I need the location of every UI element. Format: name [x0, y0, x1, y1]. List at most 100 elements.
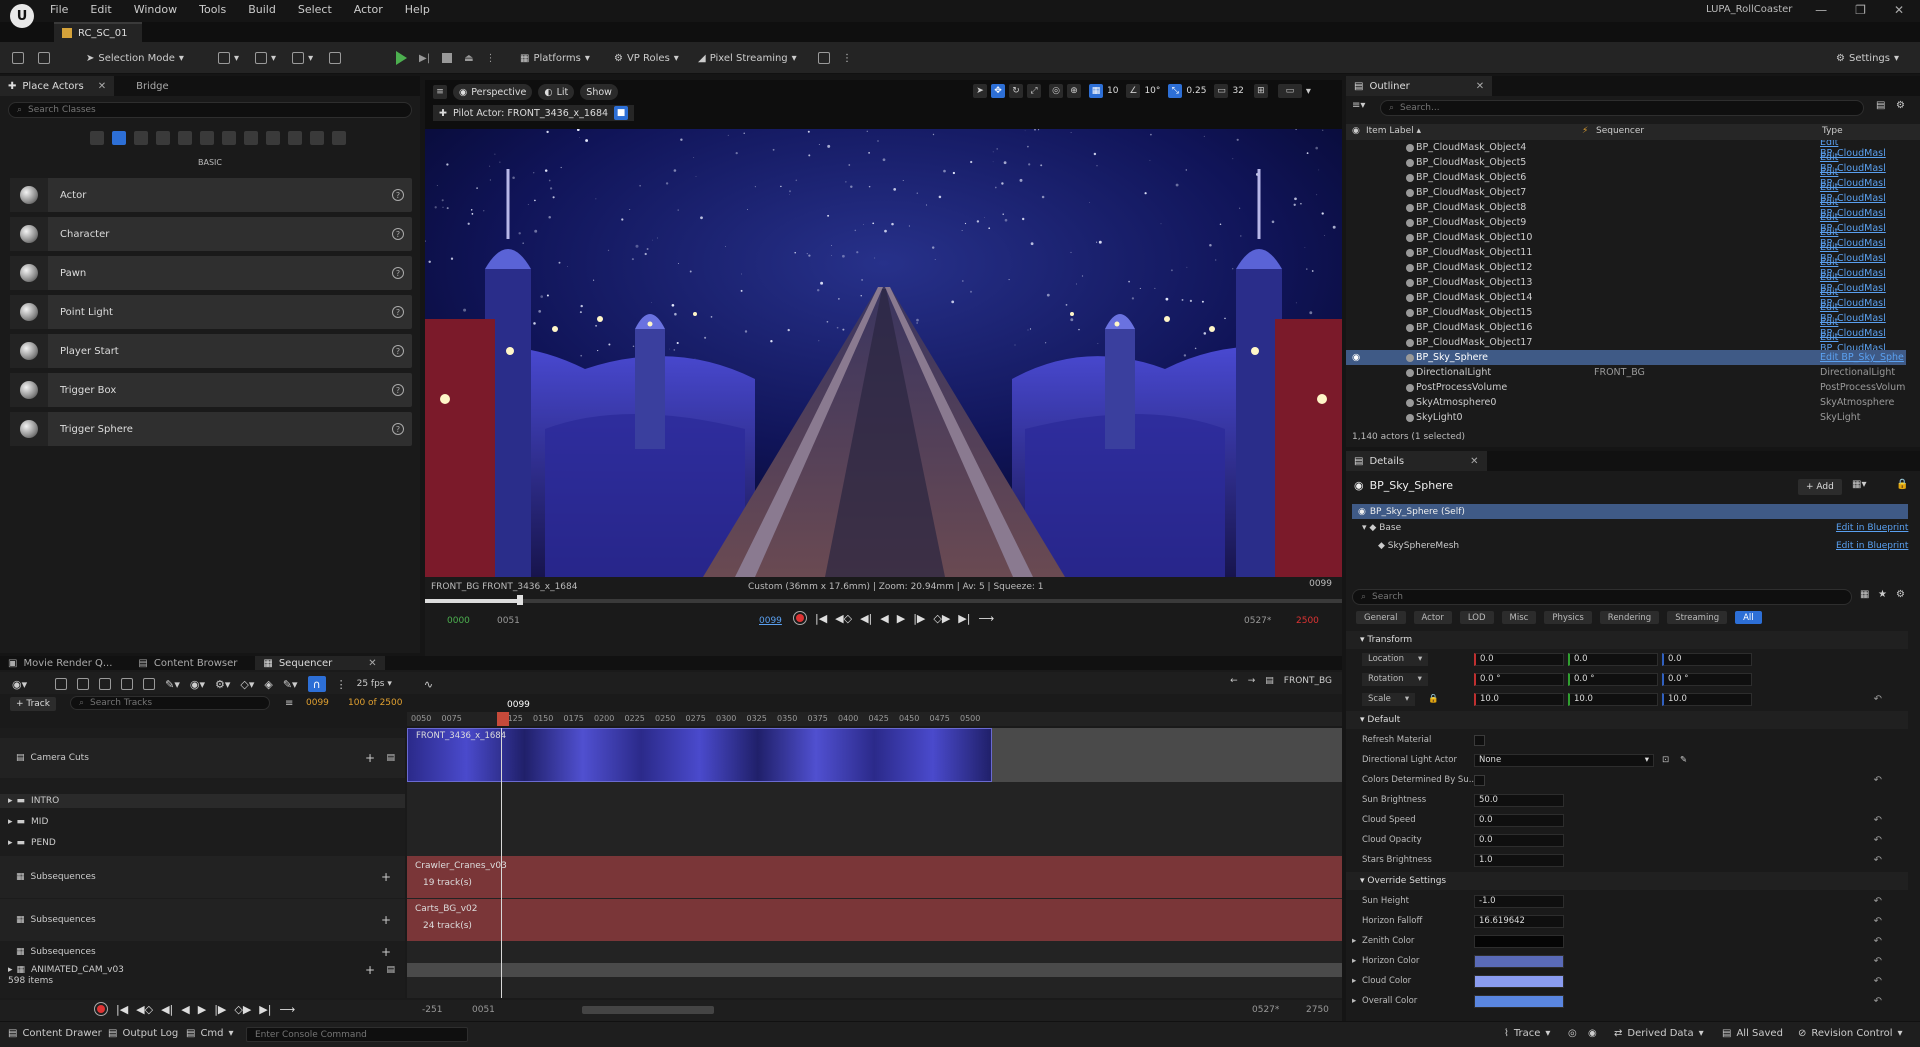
- more-icon[interactable]: ⋮: [336, 678, 347, 691]
- tab-place-actors[interactable]: ✚ Place Actors ✕: [0, 76, 115, 96]
- location-z-field[interactable]: 0.0: [1662, 652, 1752, 666]
- scale-icon[interactable]: ⤢: [1027, 84, 1041, 98]
- directional-light-dropdown[interactable]: None ▾: [1474, 753, 1654, 767]
- horizon-color-swatch[interactable]: [1474, 954, 1564, 968]
- shapes-category-icon[interactable]: [156, 131, 170, 145]
- stars-brightness-field[interactable]: 1.0: [1474, 853, 1564, 867]
- add-icon[interactable]: +: [381, 945, 391, 959]
- actor-item[interactable]: Player Start?: [10, 334, 412, 368]
- lit-button[interactable]: ◐ Lit: [538, 84, 575, 100]
- search-classes-input[interactable]: [28, 105, 411, 115]
- track-subsequences-3[interactable]: ▦ Subsequences +: [0, 944, 405, 960]
- find-icon[interactable]: [77, 678, 90, 690]
- edit-blueprint-link[interactable]: Edit BP_Sky_Sphe: [1820, 352, 1904, 363]
- play-icon[interactable]: [396, 51, 407, 65]
- horizon-falloff-field[interactable]: 16.619642: [1474, 914, 1564, 928]
- timeline-area[interactable]: FRONT_3436_x_1684 Crawler_Cranes_v03 19 …: [407, 728, 1342, 998]
- category-physics[interactable]: Physics: [1544, 611, 1592, 624]
- section-transform[interactable]: ▾ Transform: [1346, 631, 1908, 649]
- actor-item[interactable]: Point Light?: [10, 295, 412, 329]
- next-frame-icon[interactable]: |▶: [913, 612, 925, 625]
- category-streaming[interactable]: Streaming: [1667, 611, 1728, 624]
- fps-dropdown[interactable]: 25 fps ▾: [357, 679, 392, 689]
- expand-icon[interactable]: ▸: [1352, 956, 1356, 966]
- rotation-z-field[interactable]: 0.0 °: [1662, 672, 1752, 686]
- expand-icon[interactable]: ▸: [8, 965, 13, 975]
- prev-key-icon[interactable]: ◀◇: [136, 1003, 153, 1016]
- help-icon[interactable]: ?: [392, 267, 404, 279]
- jump-end-icon[interactable]: ▶|: [958, 612, 970, 625]
- console-input[interactable]: [255, 1029, 467, 1040]
- playhead-marker[interactable]: [497, 712, 509, 726]
- sun-height-field[interactable]: -1.0: [1474, 894, 1564, 908]
- col-sequencer[interactable]: Sequencer: [1596, 126, 1644, 136]
- visibility-icon[interactable]: ◉: [1352, 352, 1360, 363]
- actor-item[interactable]: Trigger Sphere?: [10, 412, 412, 446]
- help-icon[interactable]: ?: [392, 345, 404, 357]
- favorite-icon[interactable]: ★: [1878, 589, 1887, 600]
- hamburger-icon[interactable]: ≡: [433, 85, 447, 99]
- scale-snap-icon[interactable]: ⤡: [1168, 84, 1183, 98]
- edit-in-blueprint-link[interactable]: Edit in Blueprint: [1836, 523, 1908, 533]
- search-tracks-field[interactable]: ⌕: [70, 696, 270, 710]
- key-icon[interactable]: ◇▾: [240, 678, 254, 691]
- minimize-icon[interactable]: —: [1815, 3, 1827, 17]
- menu-tools[interactable]: Tools: [199, 3, 226, 16]
- curve-editor-icon[interactable]: ∿: [424, 678, 433, 691]
- all-saved-button[interactable]: ▤ All Saved: [1722, 1028, 1783, 1039]
- settings-button[interactable]: ⚙ Settings ▾: [1836, 49, 1899, 67]
- reset-icon[interactable]: ↶: [1874, 855, 1882, 866]
- actions-icon[interactable]: [143, 678, 156, 690]
- back-icon[interactable]: ←: [1230, 676, 1238, 686]
- time-ruler[interactable]: 0050007500990125015001750200022502500275…: [407, 712, 1342, 726]
- menu-actor[interactable]: Actor: [354, 3, 383, 16]
- lights-category-icon[interactable]: [134, 131, 148, 145]
- details-search-field[interactable]: ⌕: [1352, 589, 1852, 605]
- help-icon[interactable]: ?: [392, 384, 404, 396]
- folder-pend[interactable]: ▸ ▬ PEND: [0, 836, 405, 850]
- select-icon[interactable]: ➤: [973, 84, 987, 98]
- outliner-row[interactable]: BP_CloudMask_Object17 Edit BP_CloudMasl: [1346, 332, 1906, 354]
- sequence-name[interactable]: FRONT_BG: [1284, 676, 1332, 686]
- reset-icon[interactable]: ↶: [1874, 896, 1882, 907]
- blueprint-options-icon[interactable]: ▦▾: [1852, 479, 1866, 490]
- grid-snap-icon[interactable]: ▦: [1089, 84, 1103, 98]
- menu-window[interactable]: Window: [134, 3, 177, 16]
- menu-build[interactable]: Build: [248, 3, 276, 16]
- tab-details[interactable]: ▤ Details ✕: [1346, 451, 1487, 471]
- scrub-handle[interactable]: [517, 595, 523, 605]
- cinematics-icon[interactable]: [292, 52, 305, 64]
- outliner-filter[interactable]: ≡▾: [1352, 100, 1365, 111]
- extra-category-icon[interactable]: [310, 131, 324, 145]
- build-icon[interactable]: [329, 52, 342, 64]
- overall-color-swatch[interactable]: [1474, 994, 1564, 1008]
- cmd-dropdown[interactable]: ▤ Cmd ▾: [186, 1028, 234, 1039]
- recent-icon[interactable]: [90, 131, 104, 145]
- forward-icon[interactable]: →: [1248, 676, 1256, 686]
- volumes-category-icon[interactable]: [244, 131, 258, 145]
- content-icon[interactable]: [38, 52, 50, 64]
- play-forward-icon[interactable]: ▶: [897, 612, 905, 625]
- chevron-down-icon[interactable]: ▾: [1306, 86, 1311, 97]
- search-classes-field[interactable]: ⌕: [8, 102, 412, 118]
- playback-icon[interactable]: ⚙▾: [215, 678, 230, 691]
- expand-icon[interactable]: ▸: [1352, 976, 1356, 986]
- lock-ratio-icon[interactable]: 🔒: [1428, 694, 1439, 704]
- camera-icon[interactable]: [121, 678, 134, 690]
- reset-icon[interactable]: ↶: [1874, 956, 1882, 967]
- pixel-streaming-dropdown[interactable]: ◢ Pixel Streaming ▾: [698, 49, 797, 67]
- record-icon[interactable]: [94, 1002, 108, 1016]
- category-all[interactable]: All: [1735, 611, 1762, 624]
- unreal-logo-icon[interactable]: U: [10, 4, 34, 28]
- layout-grid-icon[interactable]: ⊞: [1253, 84, 1268, 98]
- actor-item[interactable]: Character?: [10, 217, 412, 251]
- expand-icon[interactable]: ▸: [1352, 996, 1356, 1006]
- pick-actor-icon[interactable]: ⊡: [1662, 755, 1669, 765]
- stop-icon[interactable]: [442, 53, 453, 63]
- next-frame-icon[interactable]: |▶: [214, 1003, 226, 1016]
- component-base-row[interactable]: ▾ ◆ Base: [1362, 523, 1401, 533]
- menu-help[interactable]: Help: [405, 3, 430, 16]
- eject-pilot-icon[interactable]: ✚: [439, 108, 447, 119]
- grid-snap-value[interactable]: 10: [1107, 86, 1118, 96]
- search-tracks-input[interactable]: [90, 698, 269, 708]
